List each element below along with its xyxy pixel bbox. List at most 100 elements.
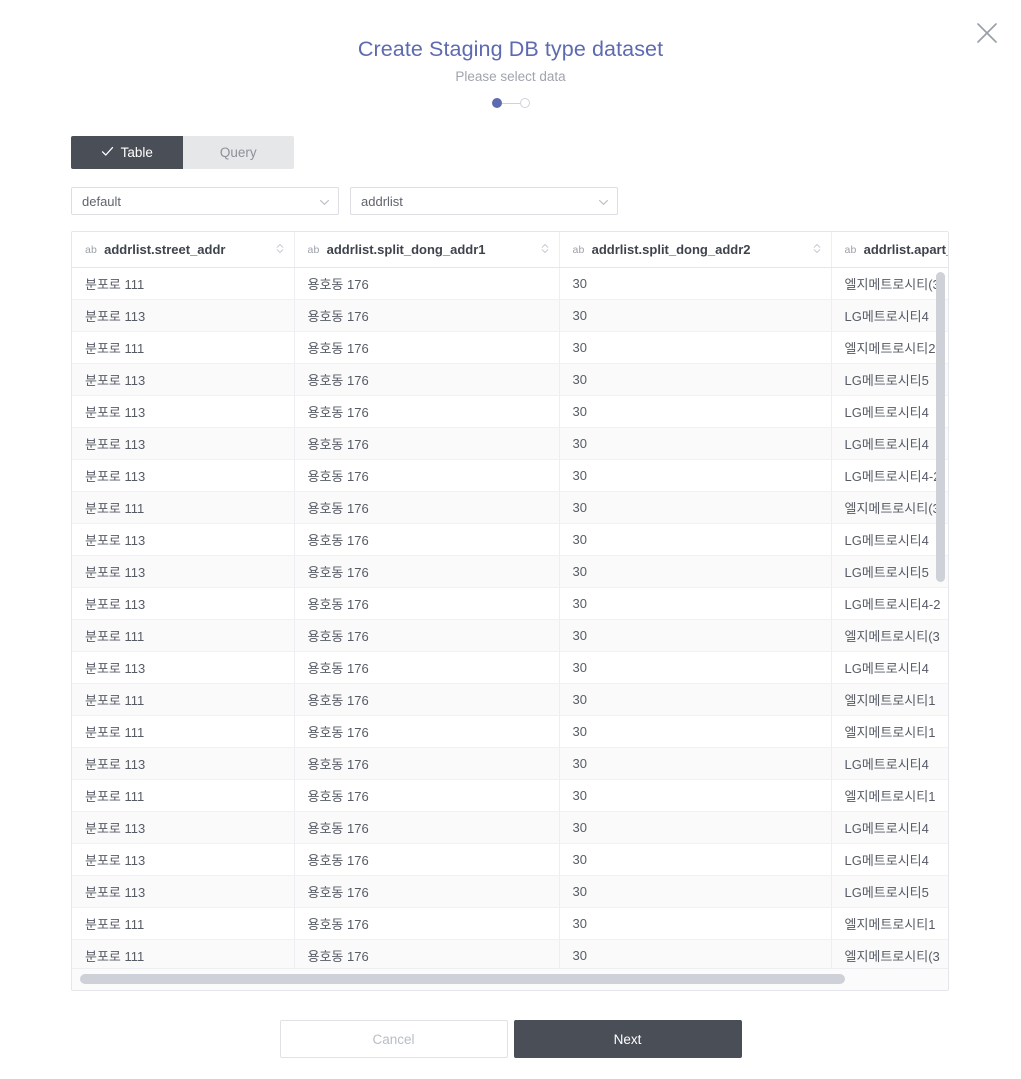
table-cell: 엘지메트로시티(3 xyxy=(831,491,948,524)
column-header-split-dong-addr1[interactable]: ab addrlist.split_dong_addr1 xyxy=(294,232,560,268)
step-dot-1 xyxy=(491,98,502,109)
table-cell: 용호동 176 xyxy=(294,843,560,876)
table-cell: 용호동 176 xyxy=(294,907,560,940)
table-cell: LG메트로시티4 xyxy=(831,299,948,332)
table-cell: 용호동 176 xyxy=(294,427,560,460)
table-row[interactable]: 분포로 113 용호동 176 30 LG메트로시티4 xyxy=(72,843,948,876)
table-cell: 분포로 111 xyxy=(72,267,295,300)
table-cell: 분포로 113 xyxy=(72,427,295,460)
table-cell: 용호동 176 xyxy=(294,331,560,364)
table-row[interactable]: 분포로 113 용호동 176 30 LG메트로시티4 xyxy=(72,395,948,428)
sort-icon[interactable] xyxy=(276,242,284,257)
table-row[interactable]: 분포로 111 용호동 176 30 엘지메트로시티(3 xyxy=(72,491,948,524)
table-row[interactable]: 분포로 113 용호동 176 30 LG메트로시티4 xyxy=(72,651,948,684)
table-cell: LG메트로시티4 xyxy=(831,523,948,556)
horizontal-scrollbar[interactable] xyxy=(72,968,948,991)
step-dot-2 xyxy=(519,98,530,109)
table-row[interactable]: 분포로 111 용호동 176 30 엘지메트로시티2 xyxy=(72,331,948,364)
column-header-label: addrlist.split_dong_addr1 xyxy=(326,242,486,258)
dialog-header: Create Staging DB type dataset Please se… xyxy=(0,0,1021,109)
table-row[interactable]: 분포로 111 용호동 176 30 엘지메트로시티1 xyxy=(72,779,948,812)
table-row[interactable]: 분포로 113 용호동 176 30 LG메트로시티4-2 xyxy=(72,459,948,492)
table-cell: 용호동 176 xyxy=(294,779,560,812)
horizontal-scrollbar-thumb[interactable] xyxy=(80,974,845,985)
table-row[interactable]: 분포로 113 용호동 176 30 LG메트로시티5 xyxy=(72,875,948,908)
dialog-footer: Cancel Next xyxy=(0,1020,1021,1058)
type-badge-icon: ab xyxy=(85,243,98,256)
table-row[interactable]: 분포로 111 용호동 176 30 엘지메트로시티(3 xyxy=(72,619,948,652)
table-cell: 분포로 111 xyxy=(72,939,295,972)
column-header-apart[interactable]: ab addrlist.apart_ xyxy=(831,232,948,268)
table-cell: 30 xyxy=(559,843,832,876)
table-cell: 용호동 176 xyxy=(294,363,560,396)
preview-grid: ab addrlist.street_addr ab addrlist.spli… xyxy=(72,232,948,972)
table-row[interactable]: 분포로 113 용호동 176 30 LG메트로시티5 xyxy=(72,555,948,588)
sort-icon[interactable] xyxy=(541,242,549,257)
table-cell: LG메트로시티5 xyxy=(831,555,948,588)
table-row[interactable]: 분포로 113 용호동 176 30 LG메트로시티4 xyxy=(72,747,948,780)
sort-icon[interactable] xyxy=(813,242,821,257)
column-header-street-addr[interactable]: ab addrlist.street_addr xyxy=(72,232,295,268)
table-cell: 용호동 176 xyxy=(294,587,560,620)
table-cell: 엘지메트로시티(3 xyxy=(831,939,948,972)
table-cell: 용호동 176 xyxy=(294,459,560,492)
schema-select[interactable]: default xyxy=(71,187,339,216)
vertical-scrollbar-thumb[interactable] xyxy=(936,272,945,583)
table-cell: 분포로 113 xyxy=(72,299,295,332)
vertical-scrollbar[interactable] xyxy=(936,268,945,968)
table-row[interactable]: 분포로 113 용호동 176 30 LG메트로시티4 xyxy=(72,523,948,556)
table-cell: 분포로 111 xyxy=(72,779,295,812)
table-select[interactable]: addrlist xyxy=(350,187,618,216)
table-cell: LG메트로시티4 xyxy=(831,811,948,844)
table-cell: 30 xyxy=(559,587,832,620)
table-cell: 분포로 113 xyxy=(72,875,295,908)
type-badge-icon: ab xyxy=(307,243,320,256)
table-cell: 분포로 111 xyxy=(72,715,295,748)
table-cell: 용호동 176 xyxy=(294,555,560,588)
table-row[interactable]: 분포로 111 용호동 176 30 엘지메트로시티1 xyxy=(72,715,948,748)
column-header-split-dong-addr2[interactable]: ab addrlist.split_dong_addr2 xyxy=(559,232,832,268)
next-button[interactable]: Next xyxy=(513,1020,742,1058)
table-row[interactable]: 분포로 113 용호동 176 30 LG메트로시티4 xyxy=(72,299,948,332)
table-cell: 분포로 111 xyxy=(72,907,295,940)
table-row[interactable]: 분포로 111 용호동 176 30 엘지메트로시티(3 xyxy=(72,939,948,972)
tab-query[interactable]: Query xyxy=(182,136,294,170)
table-cell: 용호동 176 xyxy=(294,747,560,780)
table-row[interactable]: 분포로 111 용호동 176 30 엘지메트로시티1 xyxy=(72,907,948,940)
cancel-button[interactable]: Cancel xyxy=(279,1020,508,1058)
table-row[interactable]: 분포로 111 용호동 176 30 엘지메트로시티1 xyxy=(72,683,948,716)
table-cell: 엘지메트로시티1 xyxy=(831,779,948,812)
table-cell: 30 xyxy=(559,267,832,300)
table-cell: 30 xyxy=(559,555,832,588)
tab-table[interactable]: Table xyxy=(71,136,183,170)
table-row[interactable]: 분포로 113 용호동 176 30 LG메트로시티4-2 xyxy=(72,587,948,620)
table-cell: 30 xyxy=(559,459,832,492)
step-indicator xyxy=(0,98,1021,109)
column-header-label: addrlist.apart_ xyxy=(863,242,948,258)
table-row[interactable]: 분포로 113 용호동 176 30 LG메트로시티4 xyxy=(72,811,948,844)
table-cell: 엘지메트로시티1 xyxy=(831,683,948,716)
header-row: ab addrlist.street_addr ab addrlist.spli… xyxy=(72,232,948,268)
table-cell: 용호동 176 xyxy=(294,523,560,556)
table-cell: 30 xyxy=(559,715,832,748)
table-cell: 분포로 113 xyxy=(72,843,295,876)
table-cell: 분포로 113 xyxy=(72,459,295,492)
table-row[interactable]: 분포로 111 용호동 176 30 엘지메트로시티(3 xyxy=(72,267,948,300)
grid-header: ab addrlist.street_addr ab addrlist.spli… xyxy=(72,232,948,268)
table-cell: 엘지메트로시티(3 xyxy=(831,619,948,652)
table-row[interactable]: 분포로 113 용호동 176 30 LG메트로시티5 xyxy=(72,363,948,396)
table-cell: 30 xyxy=(559,363,832,396)
table-cell: 엘지메트로시티1 xyxy=(831,715,948,748)
table-cell: LG메트로시티5 xyxy=(831,875,948,908)
table-cell: 30 xyxy=(559,427,832,460)
chevron-down-icon xyxy=(599,194,608,209)
table-cell: 30 xyxy=(559,779,832,812)
step-connector xyxy=(501,102,520,105)
table-cell: 분포로 113 xyxy=(72,555,295,588)
close-button[interactable] xyxy=(970,16,1004,50)
table-cell: 용호동 176 xyxy=(294,715,560,748)
table-cell: 30 xyxy=(559,299,832,332)
table-row[interactable]: 분포로 113 용호동 176 30 LG메트로시티4 xyxy=(72,427,948,460)
table-cell: 용호동 176 xyxy=(294,299,560,332)
table-cell: 엘지메트로시티2 xyxy=(831,331,948,364)
